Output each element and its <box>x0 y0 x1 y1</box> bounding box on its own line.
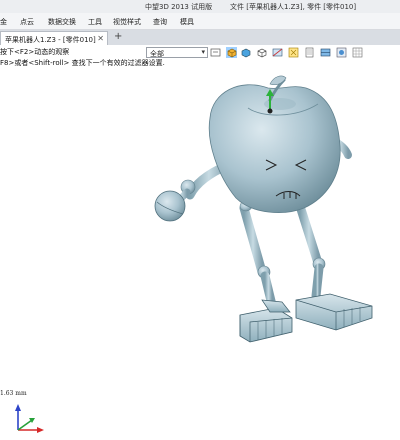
right-foot <box>295 293 373 331</box>
left-foot <box>239 299 293 343</box>
layers-icon[interactable] <box>304 47 315 58</box>
document-tab-bar: 苹果机器人1.Z3 - [零件010] ✕ + <box>0 30 400 45</box>
filter-dropdown-icon[interactable] <box>210 47 221 58</box>
menu-item-visual-style[interactable]: 视觉样式 <box>113 17 141 27</box>
file-info: 文件 [苹果机器人1.Z3], 零件 [零件010] <box>230 3 357 11</box>
apple-leaf <box>269 75 287 86</box>
menu-item-query[interactable]: 查询 <box>153 17 167 27</box>
right-thigh <box>295 201 323 268</box>
tab-document-label: 苹果机器人1.Z3 - [零件010] <box>5 36 96 44</box>
grid-icon[interactable] <box>352 47 363 58</box>
menu-item-mold[interactable]: 模具 <box>180 17 194 27</box>
view-toolbar <box>208 46 400 60</box>
filter-select[interactable]: 全部 ▾ <box>146 47 208 58</box>
title-bar: 中望3D 2013 试用版 文件 [苹果机器人1.Z3], 零件 [零件010] <box>0 0 400 13</box>
app-title: 中望3D 2013 试用版 <box>145 3 213 11</box>
menu-item-point-cloud[interactable]: 点云 <box>20 17 34 27</box>
robot-model <box>154 75 373 343</box>
menu-item-assembly[interactable]: 金 <box>0 17 7 27</box>
tab-document[interactable]: 苹果机器人1.Z3 - [零件010] ✕ <box>0 31 108 45</box>
wireframe-cube-icon[interactable] <box>256 47 267 58</box>
add-tab-button[interactable]: + <box>114 31 122 42</box>
menu-item-data-exchange[interactable]: 数据交换 <box>48 17 76 27</box>
close-icon[interactable]: ✕ <box>97 34 104 43</box>
menu-item-tools[interactable]: 工具 <box>88 17 102 27</box>
view-cube-icon[interactable] <box>240 47 251 58</box>
hand-disc <box>154 190 186 222</box>
menu-bar: 金 点云 数据交换 工具 视觉样式 查询 模具 <box>0 13 400 30</box>
right-shin <box>311 263 324 301</box>
hide-show-icon[interactable] <box>320 47 331 58</box>
render-mode-icon[interactable] <box>336 47 347 58</box>
hint-line-1: 按下<F2>动态的观察 <box>0 48 70 56</box>
shaded-cube-icon[interactable] <box>226 47 237 58</box>
zoom-fit-icon[interactable] <box>288 47 299 58</box>
filter-value: 全部 <box>150 50 164 58</box>
left-thigh <box>239 203 267 277</box>
scale-readout: 1.63 mm <box>0 390 27 397</box>
chevron-down-icon: ▾ <box>201 48 205 56</box>
3d-viewport[interactable] <box>0 60 400 433</box>
axis-triad-icon <box>15 404 44 433</box>
section-view-icon[interactable] <box>272 47 283 58</box>
